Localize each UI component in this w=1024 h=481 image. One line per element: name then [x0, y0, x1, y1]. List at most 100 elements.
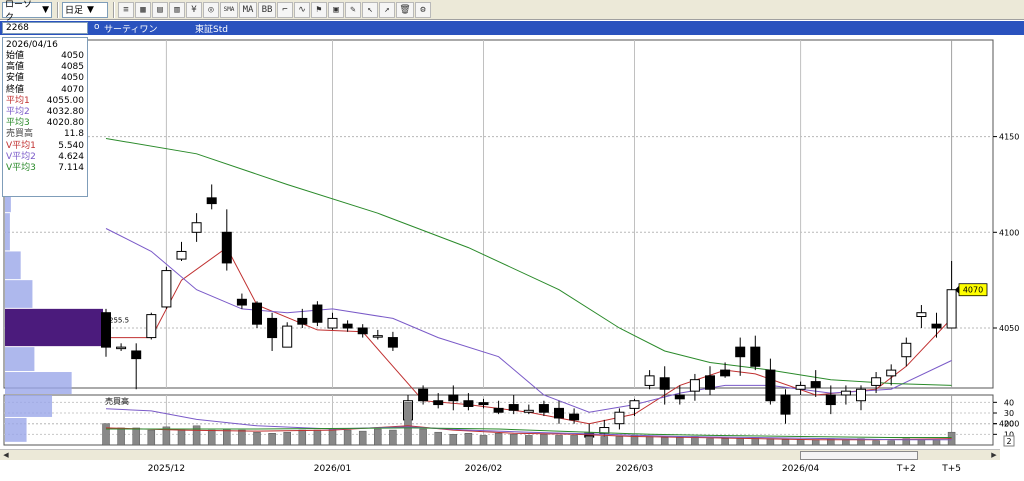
- date-axis: 2025/12 2026/01 2026/02 2026/03 2026/04 T+2 T+…: [0, 461, 1024, 481]
- candle-body: [176, 250, 187, 260]
- candle-body: [523, 409, 534, 413]
- ma-icon[interactable]: MA: [239, 1, 257, 18]
- volume-bar: [932, 439, 941, 446]
- volume-profile-bar: [5, 251, 21, 280]
- candle-body: [629, 400, 640, 409]
- trend-icon[interactable]: ∿: [294, 1, 310, 18]
- scroll-right-icon[interactable]: ▶: [989, 451, 999, 460]
- pen-icon[interactable]: ✎: [345, 1, 361, 18]
- price-icon[interactable]: ¥: [186, 1, 202, 18]
- volume-bar: [328, 428, 337, 446]
- period-dropdown[interactable]: 日足 ▼: [62, 1, 108, 18]
- candle-body: [342, 323, 353, 329]
- axis-background: [994, 40, 1023, 445]
- toolbar-divider: [57, 1, 59, 18]
- volume-bar: [177, 429, 186, 446]
- volume-bar: [585, 436, 593, 446]
- line-icon[interactable]: ⌐: [277, 1, 293, 18]
- volume-bar: [509, 434, 518, 446]
- volume-bar: [615, 436, 624, 446]
- candle-body: [840, 390, 851, 396]
- stock-chart[interactable]: 255.5 売買高 4000405041004150 102030402 407…: [0, 36, 1024, 449]
- trash-icon[interactable]: 🗑: [396, 1, 414, 18]
- ohlc-value: 4055.00: [46, 95, 84, 106]
- volume-bar: [479, 435, 488, 446]
- candle-body: [765, 369, 776, 402]
- volume-profile-bar: [5, 213, 10, 251]
- gear-icon[interactable]: ⚙: [415, 1, 431, 18]
- volume-bar: [842, 439, 850, 446]
- horizontal-scrollbar[interactable]: ◀ ▶: [0, 449, 1000, 460]
- candle-body: [252, 302, 262, 325]
- flag-icon[interactable]: ⚑: [311, 1, 327, 18]
- chart-labels: 4070: [955, 283, 988, 297]
- ohlc-row: 始値 4050: [6, 51, 84, 62]
- symbol-infobar: 2268 o サーティワン 東証Std: [0, 21, 1024, 35]
- candle-body: [387, 337, 398, 348]
- volume-bar: [207, 429, 216, 446]
- ohlc-value: 4070: [61, 84, 84, 95]
- ohlc-row: 終値 4070: [6, 85, 84, 96]
- volume-bar: [132, 427, 140, 446]
- volume-tick-label: 40: [1004, 398, 1014, 407]
- candle-body: [478, 402, 489, 406]
- volume-bar: [419, 428, 427, 446]
- volume-panel-title: 売買高: [105, 396, 129, 406]
- date-axis-label: 2026/01: [313, 464, 352, 474]
- table-icon[interactable]: ▤: [152, 1, 168, 18]
- draw-icon[interactable]: ↗: [379, 1, 395, 18]
- scroll-left-icon[interactable]: ◀: [1, 451, 11, 460]
- candle-body: [856, 388, 866, 402]
- volume-bar: [268, 433, 276, 446]
- candle-body: [810, 381, 821, 388]
- bar-icon[interactable]: ▥: [169, 1, 185, 18]
- ohlc-label: 平均2: [6, 106, 30, 117]
- ohlc-row: 平均2 4032.80: [6, 107, 84, 118]
- sma-icon[interactable]: SMA: [220, 1, 238, 18]
- date-axis-label: 2026/04: [781, 464, 820, 474]
- chevron-down-icon: ▼: [87, 4, 94, 15]
- chevron-down-icon: ▼: [42, 4, 49, 15]
- circle-icon[interactable]: ◎: [203, 1, 219, 18]
- candle-body: [569, 413, 580, 421]
- volume-bar: [676, 437, 684, 446]
- market-label: 東証Std: [195, 25, 228, 35]
- candle-body: [614, 411, 625, 425]
- symbol-code-input[interactable]: 2268: [2, 22, 88, 34]
- candle-body: [221, 231, 232, 264]
- volume-bar: [706, 438, 714, 446]
- ohlc-date: 2026/04/16: [6, 40, 58, 50]
- ohlc-value: 4.624: [58, 151, 84, 162]
- volume-bar: [374, 428, 382, 446]
- candle-body: [916, 312, 927, 318]
- candle-body: [327, 317, 338, 329]
- price-tick-label: 4150: [999, 133, 1019, 142]
- candle-body: [357, 327, 368, 335]
- candle-body: [689, 379, 700, 392]
- ohlc-label: V平均3: [6, 162, 36, 173]
- volume-bar: [283, 431, 291, 446]
- grid-icon[interactable]: ▣: [328, 1, 344, 18]
- volume-bar: [117, 427, 125, 446]
- ohlc-row: V平均1 5.540: [6, 141, 84, 152]
- candle-body: [795, 384, 806, 390]
- candle-body: [508, 404, 519, 411]
- ruler-icon[interactable]: ≡: [118, 1, 134, 18]
- ohlc-rows: 始値 4050 高値 4085 安値 4050 終値 4070 平均1 4055.00 平均2 403…: [6, 51, 84, 174]
- candle-body: [780, 394, 791, 415]
- candle-body: [750, 346, 761, 367]
- bb-icon[interactable]: BB: [258, 1, 276, 18]
- volume-bar: [570, 435, 578, 446]
- volume-bar: [313, 429, 322, 446]
- chart-type-dropdown[interactable]: ローソク ▼: [2, 0, 52, 23]
- ohlc-value: 7.114: [58, 162, 84, 173]
- ohlc-label: 平均3: [6, 118, 30, 129]
- chart-icon[interactable]: ▦: [135, 1, 151, 18]
- cursor-icon[interactable]: ↖: [362, 1, 378, 18]
- scrollbar-thumb[interactable]: [800, 451, 918, 460]
- company-name: サーティワン: [104, 25, 158, 35]
- date-axis-label: 2026/03: [615, 464, 654, 474]
- candle-body: [191, 222, 202, 233]
- ohlc-row: 平均3 4020.80: [6, 118, 84, 129]
- ohlc-value: 4050: [61, 51, 84, 61]
